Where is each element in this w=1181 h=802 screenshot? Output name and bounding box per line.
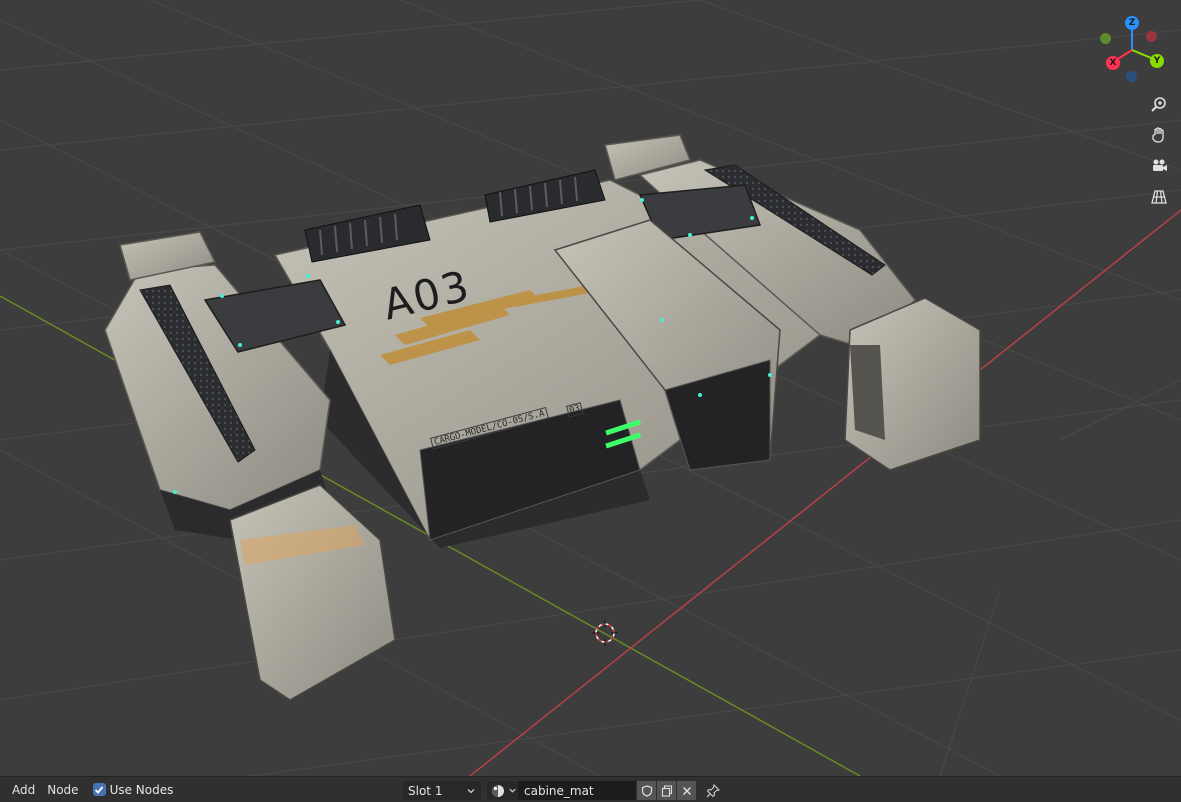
close-icon <box>682 786 691 795</box>
zoom-icon[interactable] <box>1146 92 1172 118</box>
checkmark-icon <box>94 785 104 794</box>
new-material-button[interactable] <box>657 781 676 800</box>
pin-button[interactable] <box>704 782 722 800</box>
gizmo-z-axis[interactable]: Z <box>1125 16 1139 30</box>
3d-viewport[interactable]: A03 CARGO-MODEL/CO-05/S.A 03 Z X Y <box>0 0 1181 776</box>
gizmo-neg-z-axis[interactable] <box>1126 71 1137 82</box>
chevron-down-icon <box>509 788 516 793</box>
pin-icon <box>706 784 720 798</box>
gizmo-y-axis[interactable]: Y <box>1150 54 1164 68</box>
perspective-grid-icon[interactable] <box>1146 184 1172 210</box>
menu-add[interactable]: Add <box>6 777 41 802</box>
use-nodes-checkbox[interactable] <box>92 783 106 796</box>
use-nodes-toggle[interactable]: Use Nodes <box>92 782 174 797</box>
unlink-material-button[interactable] <box>677 781 696 800</box>
hand-pan-icon[interactable] <box>1146 122 1172 148</box>
chevron-down-icon <box>467 789 475 794</box>
material-name-field[interactable]: cabine_mat <box>518 781 636 800</box>
use-nodes-label: Use Nodes <box>109 782 174 797</box>
menu-node[interactable]: Node <box>41 777 84 802</box>
camera-icon[interactable] <box>1146 153 1172 179</box>
material-browse-button[interactable] <box>487 781 518 800</box>
gizmo-neg-x-axis[interactable] <box>1146 31 1157 42</box>
shield-icon <box>641 784 652 797</box>
fake-user-button[interactable] <box>637 781 656 800</box>
editor-header: Add Node Use Nodes Slot 1 cabine_mat <box>0 776 1181 802</box>
slot-dropdown[interactable]: Slot 1 <box>402 781 481 800</box>
material-sphere-icon <box>492 784 504 797</box>
slot-value: Slot 1 <box>408 783 443 798</box>
gizmo-neg-y-axis[interactable] <box>1100 33 1111 44</box>
duplicate-icon <box>661 784 672 797</box>
scene-canvas <box>0 0 1181 776</box>
gizmo-x-axis[interactable]: X <box>1106 56 1120 70</box>
navigation-gizmo[interactable]: Z X Y <box>1098 12 1170 88</box>
